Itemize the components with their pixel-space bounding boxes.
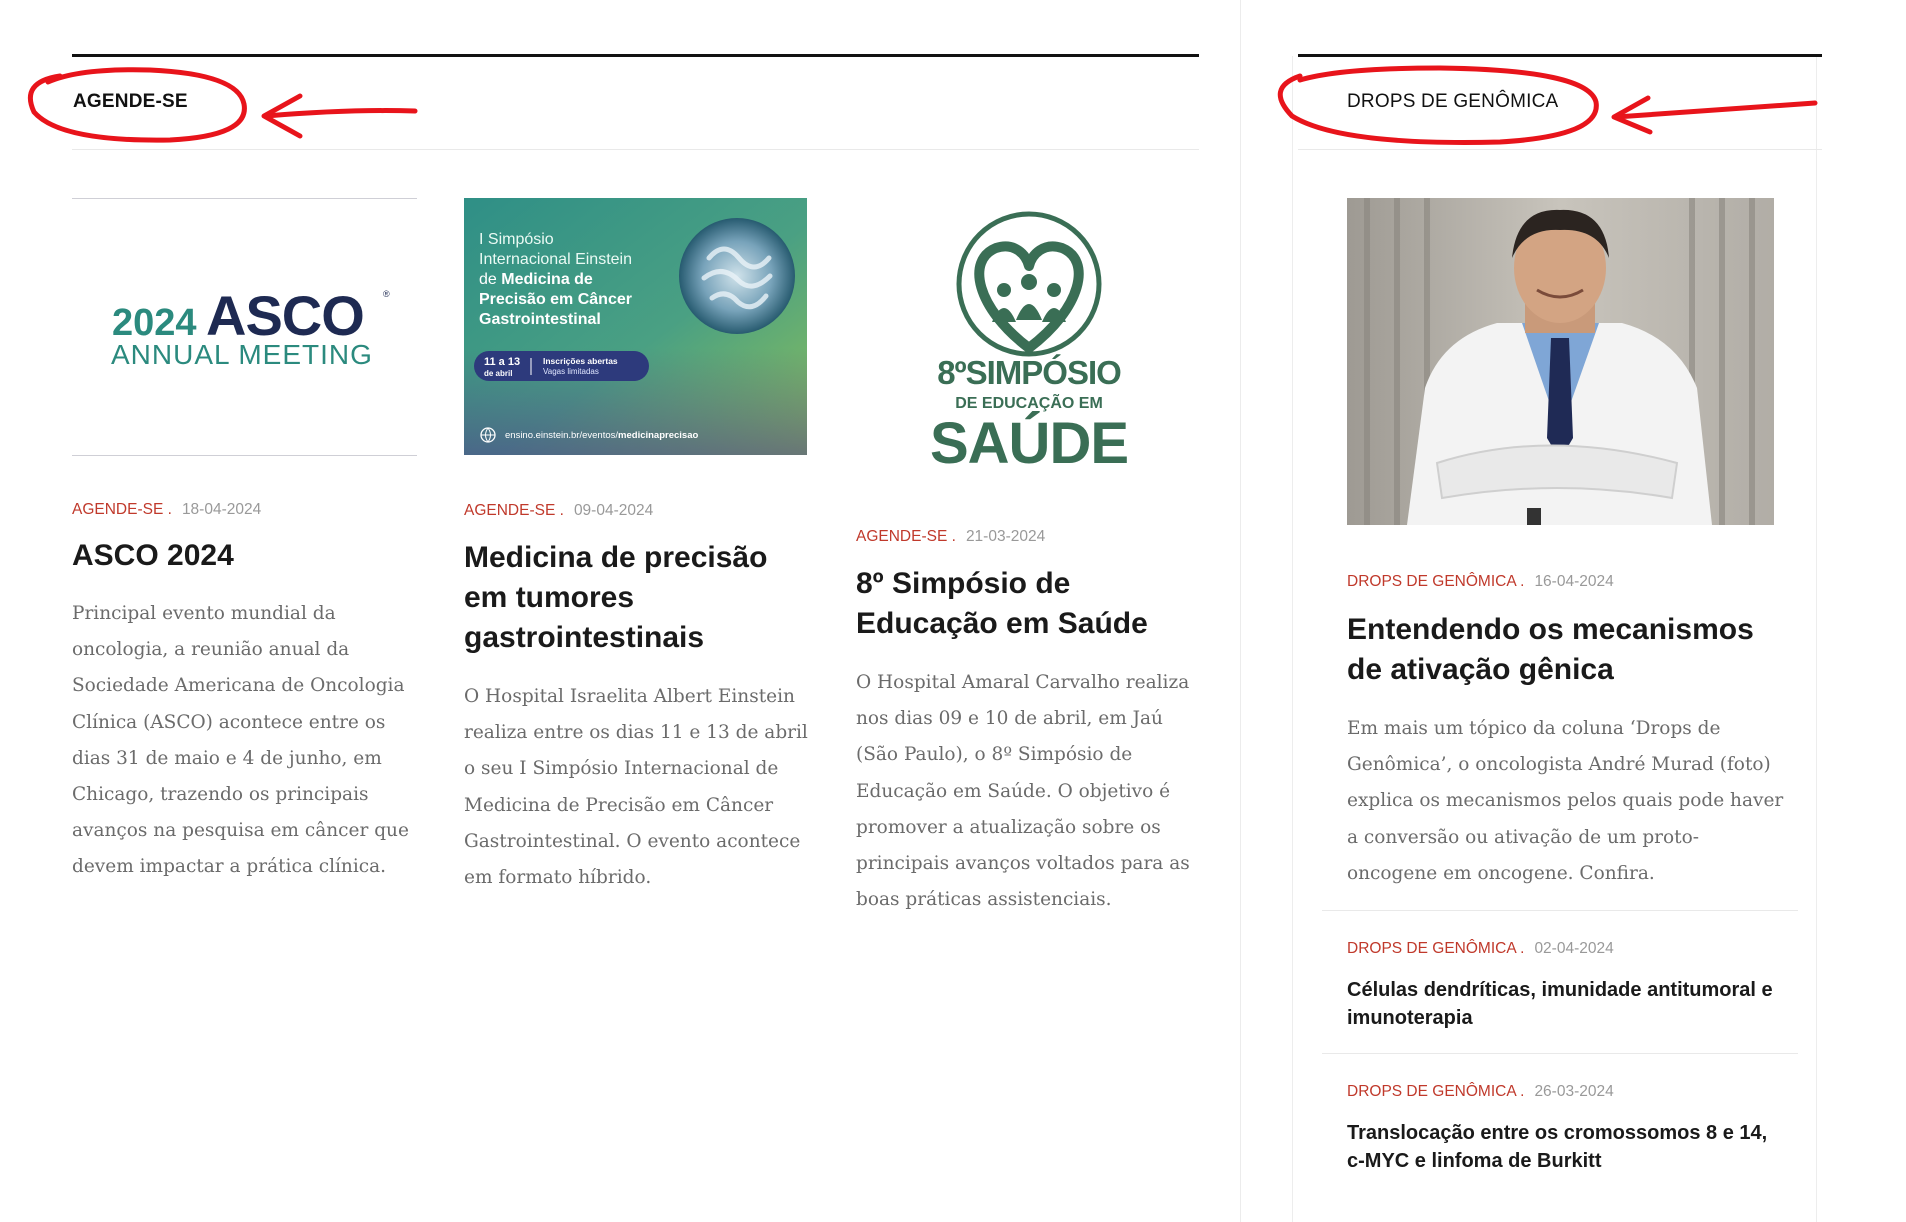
banner-line-4: Precisão em Câncer [479,291,632,308]
column-separator [1240,0,1241,1222]
banner-badge-bottom: Vagas limitadas [543,367,599,376]
list-divider [1322,1053,1798,1054]
banner-url-light: ensino.einstein.br/eventos/ [505,430,618,441]
category-link[interactable]: AGENDE-SE [464,502,555,519]
card-title[interactable]: Medicina de precisão em tumores gastroin… [464,538,809,658]
section-top-rule [72,54,1199,57]
section-title-drops[interactable]: DROPS DE GENÔMICA [1347,91,1558,113]
doctor-photo [1347,198,1774,525]
card-meta: AGENDE-SE . 18-04-2024 [72,501,262,518]
saude-line-2: DE EDUCAÇÃO EM [955,392,1103,412]
featured-title[interactable]: Entendendo os mecanismos de ativação gên… [1347,610,1787,690]
arrow-left-icon [263,108,418,119]
post-date: 21-03-2024 [965,528,1046,545]
banner-dates-bottom: de abril [484,369,512,378]
post-date: 18-04-2024 [181,501,262,518]
card-meta: AGENDE-SE . 21-03-2024 [856,528,1046,545]
category-link[interactable]: AGENDE-SE [856,528,947,545]
post-date: 09-04-2024 [573,502,654,519]
people-icon [992,304,1066,322]
list-item-title[interactable]: Translocação entre os cromossomos 8 e 14… [1347,1119,1787,1175]
section-title-agende[interactable]: AGENDE-SE [73,91,188,113]
featured-image-portrait[interactable] [1347,198,1774,525]
section-divider [72,149,1199,150]
asco-year: 2024 [112,302,197,344]
banner-line-1: I Simpósio [479,231,554,248]
einstein-banner: I Simpósio Internacional Einstein de Med… [464,198,807,455]
banner-url-bold: medicinaprecisao [618,430,698,441]
category-link[interactable]: DROPS DE GENÔMICA [1347,940,1516,957]
sidebar-top-rule [1298,54,1822,57]
saude-line-1: 8ºSIMPÓSIO [937,354,1121,391]
necktie [1547,338,1573,460]
category-link[interactable]: AGENDE-SE [72,501,163,518]
card-image-saude[interactable]: 8ºSIMPÓSIO DE EDUCAÇÃO EM SAÚDE [856,198,1199,478]
svg-text:ensino.einstein.br/eventos/med: ensino.einstein.br/eventos/medicinapreci… [505,430,698,441]
asco-brand: ASCO [206,284,364,347]
banner-badge-top: Inscrições abertas [543,356,618,366]
asco-registered-mark: ® [383,289,390,299]
saude-line-3: SAÚDE [930,411,1128,476]
card-image-einstein[interactable]: I Simpósio Internacional Einstein de Med… [464,198,807,455]
list-item-meta: DROPS DE GENÔMICA . 02-04-2024 [1347,940,1614,957]
card-title[interactable]: ASCO 2024 [72,536,417,576]
post-date: 26-03-2024 [1534,1083,1614,1100]
list-item-meta: DROPS DE GENÔMICA . 26-03-2024 [1347,1083,1614,1100]
card-image-asco[interactable]: 2024 ASCO ® ANNUAL MEETING [72,198,417,456]
category-link[interactable]: DROPS DE GENÔMICA [1347,1083,1516,1100]
list-divider [1322,910,1798,911]
card-excerpt: O Hospital Israelita Albert Einstein rea… [464,686,808,889]
card-excerpt: O Hospital Amaral Carvalho realiza nos d… [856,672,1190,911]
asco-logo: 2024 ASCO ® ANNUAL MEETING [111,284,390,370]
featured-excerpt: Em mais um tópico da coluna ‘Drops de Ge… [1347,718,1784,884]
post-date: 16-04-2024 [1534,573,1614,590]
card-excerpt: Principal evento mundial da oncologia, a… [72,603,409,878]
category-link[interactable]: DROPS DE GENÔMICA [1347,573,1516,590]
featured-meta: DROPS DE GENÔMICA . 16-04-2024 [1347,573,1614,590]
list-item-title[interactable]: Células dendríticas, imunidade antitumor… [1347,976,1787,1032]
asco-subtitle: ANNUAL MEETING [111,339,373,370]
sidebar-divider [1298,149,1822,150]
saude-logo: 8ºSIMPÓSIO DE EDUCAÇÃO EM SAÚDE [930,211,1129,476]
banner-line-2: Internacional Einstein [479,251,632,268]
svg-text:de Medicina de: de Medicina de [479,271,593,288]
card-meta: AGENDE-SE . 09-04-2024 [464,502,654,519]
banner-line-5: Gastrointestinal [479,311,601,328]
heart-icon [974,241,1084,353]
banner-line-3-bold: Medicina de [501,271,593,288]
banner-line-3-light: de [479,271,501,288]
banner-dates-top: 11 a 13 [484,356,520,368]
card-title[interactable]: 8º Simpósio de Educação em Saúde [856,564,1201,644]
post-date: 02-04-2024 [1534,940,1614,957]
